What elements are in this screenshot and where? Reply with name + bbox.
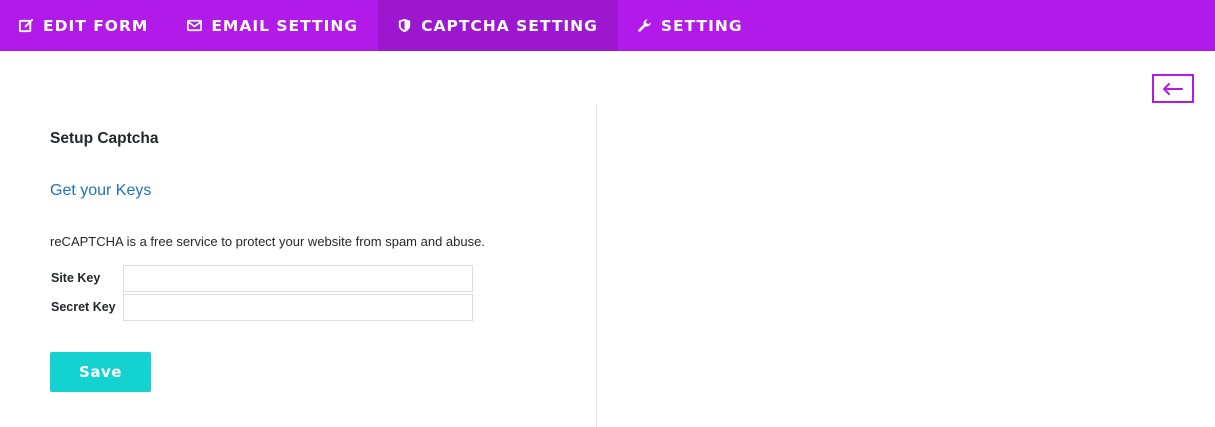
- get-keys-link[interactable]: Get your Keys: [50, 182, 151, 200]
- back-button[interactable]: [1152, 74, 1194, 103]
- tab-label: EMAIL SETTING: [211, 16, 359, 35]
- tab-label: SETTING: [660, 16, 743, 35]
- site-key-input[interactable]: [123, 264, 473, 292]
- secret-key-label: Secret Key: [51, 300, 116, 314]
- section-heading: Setup Captcha: [50, 130, 159, 147]
- envelope-icon: [186, 17, 203, 34]
- column-divider: [596, 104, 597, 427]
- edit-icon: [18, 17, 35, 34]
- tab-setting[interactable]: SETTING: [618, 0, 763, 51]
- secret-key-row: Secret Key: [50, 293, 473, 321]
- recaptcha-description: reCAPTCHA is a free service to protect y…: [50, 234, 485, 249]
- wrench-icon: [636, 17, 653, 34]
- secret-key-input[interactable]: [123, 293, 473, 321]
- arrow-left-icon: [1163, 82, 1183, 95]
- save-button[interactable]: Save: [50, 352, 151, 392]
- tab-label: EDIT FORM: [43, 16, 149, 35]
- site-key-label: Site Key: [51, 271, 101, 285]
- tab-edit-form[interactable]: EDIT FORM: [0, 0, 168, 51]
- tab-email-setting[interactable]: EMAIL SETTING: [168, 0, 378, 51]
- site-key-row: Site Key: [50, 264, 473, 292]
- tab-captcha-setting[interactable]: CAPTCHA SETTING: [378, 0, 618, 51]
- shield-icon: [396, 17, 413, 34]
- tab-label: CAPTCHA SETTING: [421, 16, 598, 35]
- top-nav: EDIT FORM EMAIL SETTING CAPTCHA SETTING …: [0, 0, 1215, 51]
